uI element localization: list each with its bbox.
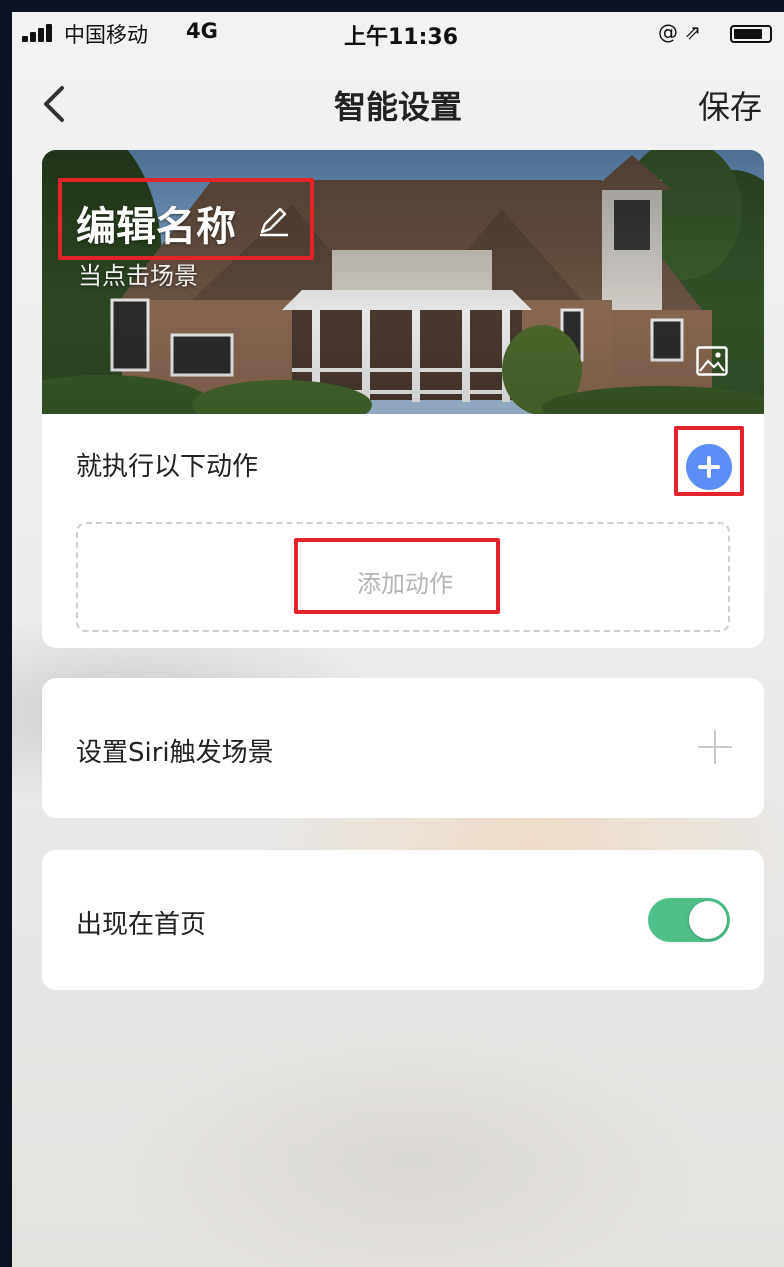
image-icon[interactable] xyxy=(696,346,728,376)
network-type: 4G xyxy=(186,19,218,43)
highlight-add-action xyxy=(294,538,500,614)
toggle-knob xyxy=(689,901,727,939)
siri-trigger-row[interactable]: 设置Siri触发场景 xyxy=(42,678,764,818)
show-on-home-label: 出现在首页 xyxy=(76,910,207,940)
save-button[interactable]: 保存 xyxy=(698,82,762,128)
highlight-scene-name xyxy=(58,178,314,260)
status-bar: 中国移动 4G 上午11:36 @ ⇗ xyxy=(12,12,784,54)
highlight-add-button xyxy=(674,426,744,496)
navigation-bar: 智能设置 保存 xyxy=(12,68,784,140)
show-on-home-row: 出现在首页 xyxy=(42,850,764,990)
signal-icon xyxy=(22,24,62,42)
actions-section-label: 就执行以下动作 xyxy=(76,452,259,482)
phone-screen: 中国移动 4G 上午11:36 @ ⇗ 智能设置 保存 编辑名称 当点击场景 就… xyxy=(12,12,784,1267)
battery-icon xyxy=(730,25,772,43)
show-on-home-toggle[interactable] xyxy=(648,898,730,942)
status-time: 上午11:36 xyxy=(344,25,459,50)
scene-card: 编辑名称 当点击场景 就执行以下动作 添加动作 xyxy=(42,150,764,648)
location-icon: @ ⇗ xyxy=(658,20,702,44)
page-title: 智能设置 xyxy=(333,88,462,126)
siri-trigger-label: 设置Siri触发场景 xyxy=(76,738,274,768)
plus-icon[interactable] xyxy=(698,730,732,764)
scene-trigger-subtitle: 当点击场景 xyxy=(78,262,198,290)
carrier-name: 中国移动 xyxy=(64,23,148,47)
